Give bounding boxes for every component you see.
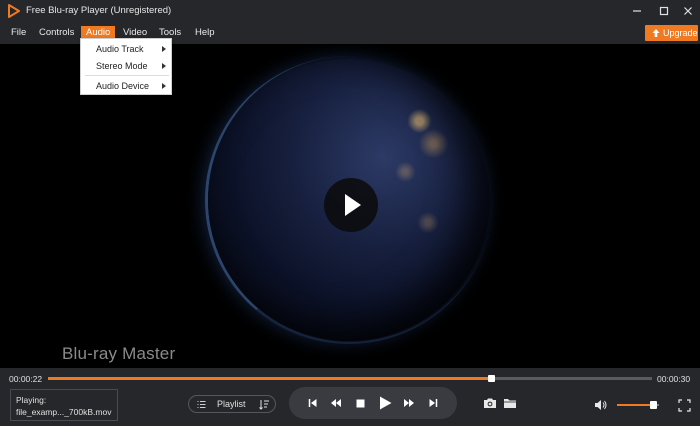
center-play-button[interactable] xyxy=(324,178,378,232)
control-bar: 00:00:22 00:00:30 Playing: file_examp...… xyxy=(0,368,700,426)
volume-handle[interactable] xyxy=(649,401,657,409)
menu-item-label: Audio Track xyxy=(96,44,144,54)
progress-bar[interactable] xyxy=(48,375,652,382)
close-button[interactable] xyxy=(680,3,696,19)
watermark-text: Blu-ray Master xyxy=(62,344,176,363)
window-title: Free Blu-ray Player (Unregistered) xyxy=(26,5,172,16)
app-logo-icon xyxy=(8,4,20,18)
list-icon xyxy=(197,401,206,408)
fast-forward-icon xyxy=(404,399,414,407)
volume-fill xyxy=(617,404,653,406)
stop-button[interactable] xyxy=(352,395,368,411)
fast-forward-button[interactable] xyxy=(401,395,417,411)
fullscreen-icon xyxy=(677,398,691,412)
maximize-icon xyxy=(659,6,669,16)
title-bar: Free Blu-ray Player (Unregistered) xyxy=(0,0,700,22)
skip-back-icon xyxy=(308,399,317,407)
maximize-button[interactable] xyxy=(656,3,672,19)
upgrade-arrow-icon xyxy=(652,29,660,37)
submenu-arrow-icon xyxy=(162,63,166,69)
menu-item-audio-device[interactable]: Audio Device xyxy=(81,78,171,94)
skip-forward-button[interactable] xyxy=(425,395,441,411)
close-icon xyxy=(684,7,692,15)
menu-item-label: Stereo Mode xyxy=(96,61,148,71)
now-playing-file: file_examp..._700kB.mov xyxy=(16,407,112,417)
menu-divider xyxy=(85,75,169,76)
play-icon xyxy=(379,396,391,410)
volume-slider[interactable] xyxy=(617,401,659,409)
now-playing-box: Playing: file_examp..._700kB.mov xyxy=(10,389,118,421)
total-time: 00:00:30 xyxy=(657,374,691,384)
now-playing-label: Playing: xyxy=(16,395,47,405)
progress-fill xyxy=(48,377,491,380)
minimize-icon xyxy=(633,10,641,12)
minimize-button[interactable] xyxy=(629,3,645,19)
audio-dropdown-menu: Audio Track Stereo Mode Audio Device xyxy=(80,38,172,95)
rewind-button[interactable] xyxy=(328,395,344,411)
menu-item-label: Audio Device xyxy=(96,81,150,91)
open-folder-button[interactable] xyxy=(502,395,518,411)
menu-item-audio-track[interactable]: Audio Track xyxy=(81,41,171,57)
progress-handle[interactable] xyxy=(487,375,495,382)
menu-controls[interactable]: Controls xyxy=(34,26,79,40)
submenu-arrow-icon xyxy=(162,46,166,52)
stop-icon xyxy=(356,399,364,407)
skip-forward-icon xyxy=(429,399,438,407)
skip-back-button[interactable] xyxy=(305,395,321,411)
current-time: 00:00:22 xyxy=(9,374,43,384)
submenu-arrow-icon xyxy=(162,83,166,89)
play-button[interactable] xyxy=(377,395,393,411)
menu-help[interactable]: Help xyxy=(190,26,220,40)
volume-button[interactable] xyxy=(593,397,609,413)
sort-icon[interactable] xyxy=(259,399,270,410)
volume-icon xyxy=(595,400,607,410)
rewind-icon xyxy=(331,399,341,407)
menu-file[interactable]: File xyxy=(6,26,31,40)
upgrade-button[interactable]: Upgrade xyxy=(645,25,698,41)
snapshot-icon xyxy=(484,398,496,408)
folder-icon xyxy=(504,399,516,408)
play-icon xyxy=(345,194,361,216)
snapshot-button[interactable] xyxy=(482,395,498,411)
upgrade-label: Upgrade xyxy=(663,28,698,38)
fullscreen-button[interactable] xyxy=(676,397,692,413)
transport-controls xyxy=(289,387,457,419)
playlist-button[interactable]: Playlist xyxy=(188,395,276,413)
menu-item-stereo-mode[interactable]: Stereo Mode xyxy=(81,58,171,74)
playlist-label: Playlist xyxy=(217,399,246,409)
